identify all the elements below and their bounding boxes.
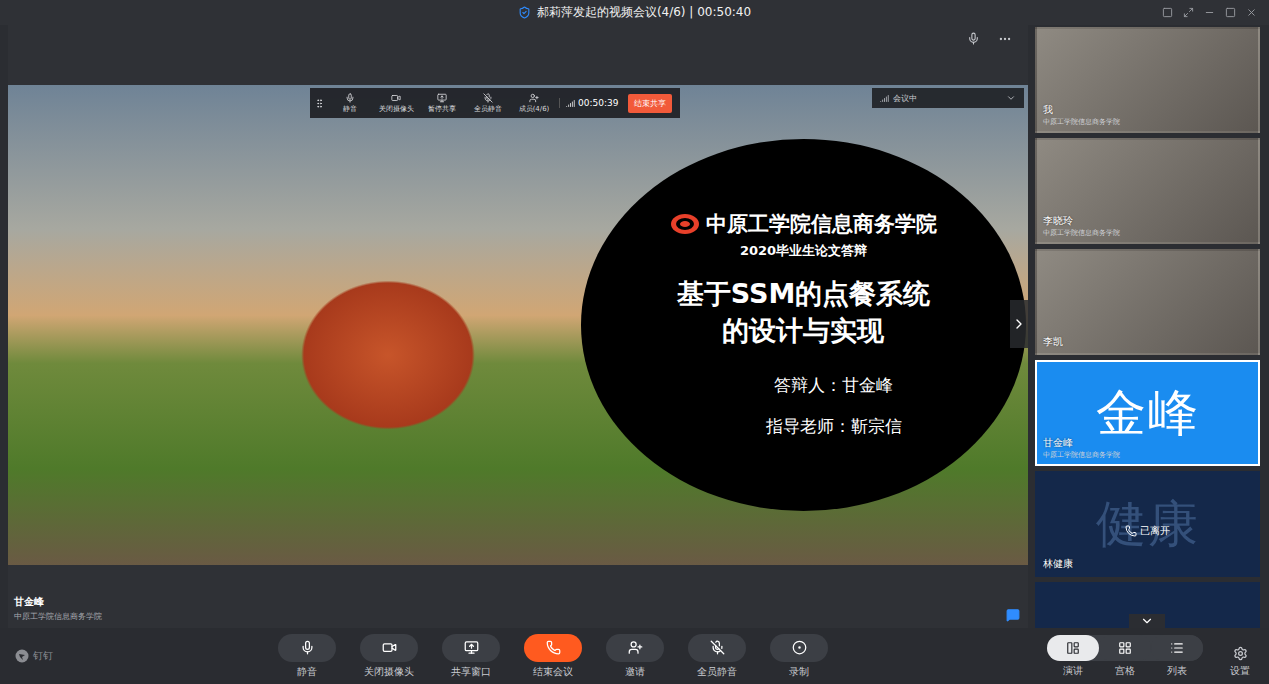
participant-name: 林健康: [1043, 557, 1252, 571]
meeting-window: 郝莉萍发起的视频会议(4/6) | 00:50:40静音关闭摄像头暂停共享全员静…: [0, 0, 1269, 684]
chevron-down-icon: [1006, 93, 1016, 103]
meeting-body: 静音关闭摄像头暂停共享全员静音成员(4/6) 00:50:39 结束共享 会议中中原工…: [0, 25, 1269, 628]
participant-name: 李晓玲: [1043, 214, 1252, 228]
layout-label: 演讲: [1047, 664, 1099, 678]
participant-tile[interactable]: 李凯: [1035, 249, 1260, 355]
slide-event: 2020毕业生论文答辩: [740, 242, 867, 260]
chevron-down-icon: [1140, 614, 1154, 628]
mic-icon[interactable]: [967, 32, 980, 45]
maximize-icon[interactable]: [1225, 7, 1236, 18]
participant-tile[interactable]: 健康已离开林健康: [1035, 471, 1260, 577]
layout-label: 列表: [1151, 664, 1203, 678]
float-window-icon[interactable]: [1162, 7, 1173, 18]
toolbar-button[interactable]: 录制: [770, 634, 828, 679]
participant-name: 李凯: [1043, 335, 1252, 349]
slide-advisor: 指导老师：靳宗信: [706, 408, 902, 445]
share-toolbar: 静音关闭摄像头暂停共享全员静音成员(4/6) 00:50:39 结束共享: [310, 88, 680, 118]
share-timer: 00:50:39: [559, 98, 624, 108]
share-screen-icon: [437, 93, 447, 103]
layout-button[interactable]: [1099, 635, 1151, 661]
participant-org: 中原工学院信息商务学院: [1043, 228, 1252, 238]
signal-icon: [880, 94, 889, 103]
mute-all-icon: [483, 93, 493, 103]
share-toolbar-button[interactable]: 全员静音: [467, 93, 509, 114]
next-page-button[interactable]: [1010, 300, 1028, 348]
stop-share-button[interactable]: 结束共享: [628, 94, 672, 113]
stage-top-bar: [8, 25, 1028, 85]
slide-title-circle: 中原工学院信息商务学院 2020毕业生论文答辩基于SSM的点餐系统的设计与实现答辩…: [581, 139, 1026, 511]
phone-icon: [1125, 525, 1137, 537]
window-title: 郝莉萍发起的视频会议(4/6) | 00:50:40: [518, 4, 751, 21]
slide-title: 基于SSM的点餐系统的设计与实现: [677, 276, 931, 349]
participant-tile[interactable]: 我中原工学院信息商务学院: [1035, 27, 1260, 133]
layout-button[interactable]: [1047, 635, 1099, 661]
minimize-icon[interactable]: [1204, 7, 1215, 18]
participant-avatar: 金峰: [1037, 362, 1258, 464]
share-toolbar-button[interactable]: 暂停共享: [421, 93, 463, 114]
meeting-toolbar: 钉钉静音关闭摄像头共享窗口结束会议邀请全员静音录制演讲宫格列表 设置: [0, 628, 1269, 684]
dingtalk-logo-icon: [15, 649, 29, 663]
share-toolbar-button[interactable]: 静音: [329, 93, 371, 114]
toolbar-actions: 静音关闭摄像头共享窗口结束会议邀请全员静音录制: [278, 634, 828, 679]
invite-icon: [628, 640, 643, 655]
brand: 钉钉: [15, 649, 278, 663]
toolbar-button[interactable]: 静音: [278, 634, 336, 679]
participant-tile[interactable]: 金峰甘金峰中原工学院信息商务学院: [1035, 360, 1260, 466]
settings-button[interactable]: 设置: [1225, 646, 1255, 678]
camera-icon: [382, 640, 397, 655]
participant-name: 我: [1043, 103, 1252, 117]
more-icon[interactable]: [998, 32, 1012, 46]
mic-icon: [345, 93, 355, 103]
school-emblem-icon: [670, 213, 700, 235]
speaker-name: 甘金峰: [14, 595, 102, 609]
gear-icon: [1233, 646, 1248, 661]
participant-list: 我中原工学院信息商务学院李晓玲中原工学院信息商务学院李凯金峰甘金峰中原工学院信息…: [1035, 25, 1260, 628]
share-toolbar-button[interactable]: 成员(4/6): [513, 93, 555, 114]
slide-presenter: 答辩人：甘金峰: [714, 367, 893, 404]
share-toolbar-button[interactable]: 关闭摄像头: [375, 93, 417, 114]
speaker-layout-icon: [1066, 641, 1080, 655]
hang-up-icon: [546, 640, 561, 655]
view-controls: 演讲宫格列表 设置: [1047, 635, 1255, 678]
layout-label: 宫格: [1099, 664, 1151, 678]
toolbar-button[interactable]: 全员静音: [688, 634, 746, 679]
toolbar-button[interactable]: 邀请: [606, 634, 664, 679]
shared-slide: 静音关闭摄像头暂停共享全员静音成员(4/6) 00:50:39 结束共享 会议中中原工…: [8, 85, 1028, 565]
toolbar-button[interactable]: 共享窗口: [442, 634, 500, 679]
participant-name: 甘金峰: [1043, 436, 1252, 450]
scroll-down-button[interactable]: [1129, 614, 1165, 628]
members-icon: [529, 93, 539, 103]
signal-icon: [566, 99, 575, 108]
layout-switch: [1047, 635, 1203, 661]
layout-button[interactable]: [1151, 635, 1203, 661]
share-screen-icon: [464, 640, 479, 655]
meeting-status[interactable]: 会议中: [872, 88, 1024, 108]
secure-shield-icon: [518, 6, 531, 19]
speaker-org: 中原工学院信息商务学院: [14, 611, 102, 622]
fullscreen-icon[interactable]: [1183, 7, 1194, 18]
camera-icon: [391, 93, 401, 103]
record-icon: [792, 640, 807, 655]
share-indicator-icon[interactable]: [1006, 608, 1020, 622]
school-logo: 中原工学院信息商务学院: [670, 210, 937, 238]
mic-icon: [300, 640, 315, 655]
mute-all-icon: [710, 640, 725, 655]
toolbar-button[interactable]: 关闭摄像头: [360, 634, 418, 679]
speaker-bar: 甘金峰中原工学院信息商务学院: [8, 565, 1028, 628]
participant-org: 中原工学院信息商务学院: [1043, 117, 1252, 127]
toolbar-button[interactable]: 结束会议: [524, 634, 582, 679]
close-icon[interactable]: [1246, 7, 1257, 18]
window-controls: [751, 7, 1269, 18]
participant-org: 中原工学院信息商务学院: [1043, 450, 1252, 460]
chevron-right-icon: [1011, 316, 1027, 332]
title-bar: 郝莉萍发起的视频会议(4/6) | 00:50:40: [0, 0, 1269, 25]
participant-tile[interactable]: 李晓玲中原工学院信息商务学院: [1035, 138, 1260, 244]
main-stage: 静音关闭摄像头暂停共享全员静音成员(4/6) 00:50:39 结束共享 会议中中原工…: [8, 25, 1028, 628]
list-layout-icon: [1170, 641, 1184, 655]
grid-layout-icon: [1118, 641, 1132, 655]
drag-handle-icon[interactable]: [314, 98, 325, 109]
